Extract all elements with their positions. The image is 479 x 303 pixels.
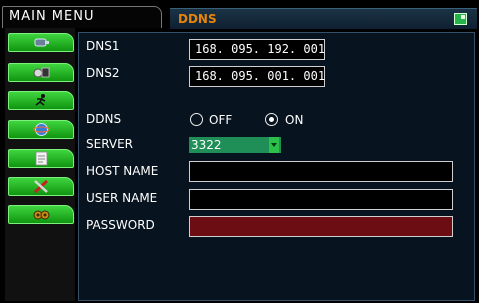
user-name-field[interactable] [189,189,453,210]
user-name-label: USER NAME [86,191,158,205]
camera-icon [34,38,49,47]
sidebar [5,28,75,301]
ddns-label: DDNS [86,112,122,126]
ddns-off-label: OFF [209,113,233,127]
ddns-on-radio[interactable] [265,113,278,126]
ddns-off-radio[interactable] [190,113,203,126]
dns2-label: DNS2 [86,66,120,80]
chevron-down-icon[interactable] [269,137,279,153]
document-icon [35,151,48,166]
password-label: PASSWORD [86,218,155,232]
dns1-field[interactable]: 168. 095. 192. 001 [189,39,325,60]
server-label: SERVER [86,137,134,151]
sidebar-item-document[interactable] [8,149,74,168]
dns1-label: DNS1 [86,39,120,53]
sidebar-item-record[interactable] [8,63,74,82]
ddns-settings-panel: DNS1 168. 095. 192. 001 DNS2 168. 095. 0… [78,32,475,301]
network-globe-icon [33,123,50,136]
running-man-icon [35,94,46,106]
window-toggle-icon[interactable] [454,13,467,25]
host-name-field[interactable] [189,161,453,182]
sidebar-item-network[interactable] [8,120,74,139]
host-name-label: HOST NAME [86,164,159,178]
tools-icon [33,179,49,194]
film-record-icon [33,67,50,78]
sidebar-item-camera[interactable] [8,33,74,52]
dns2-field[interactable]: 168. 095. 001. 001 [189,66,325,87]
sidebar-item-tools[interactable] [8,177,74,196]
main-menu-tab[interactable]: MAIN MENU [2,6,162,28]
sidebar-item-audio[interactable] [8,205,74,224]
top-bar: MAIN MENU DDNS [2,6,477,29]
ddns-on-label: ON [285,113,304,127]
password-field[interactable] [189,216,453,237]
dvr-menu-window: MAIN MENU DDNS DNS1 168. 095. 192. 001 D… [2,6,477,301]
speaker-icon [33,210,50,220]
title-bar: DDNS [170,8,477,29]
server-select-value: 3322 [191,138,222,152]
sidebar-item-motion[interactable] [8,91,74,110]
server-select[interactable]: 3322 [189,137,281,153]
page-title: DDNS [178,12,217,26]
